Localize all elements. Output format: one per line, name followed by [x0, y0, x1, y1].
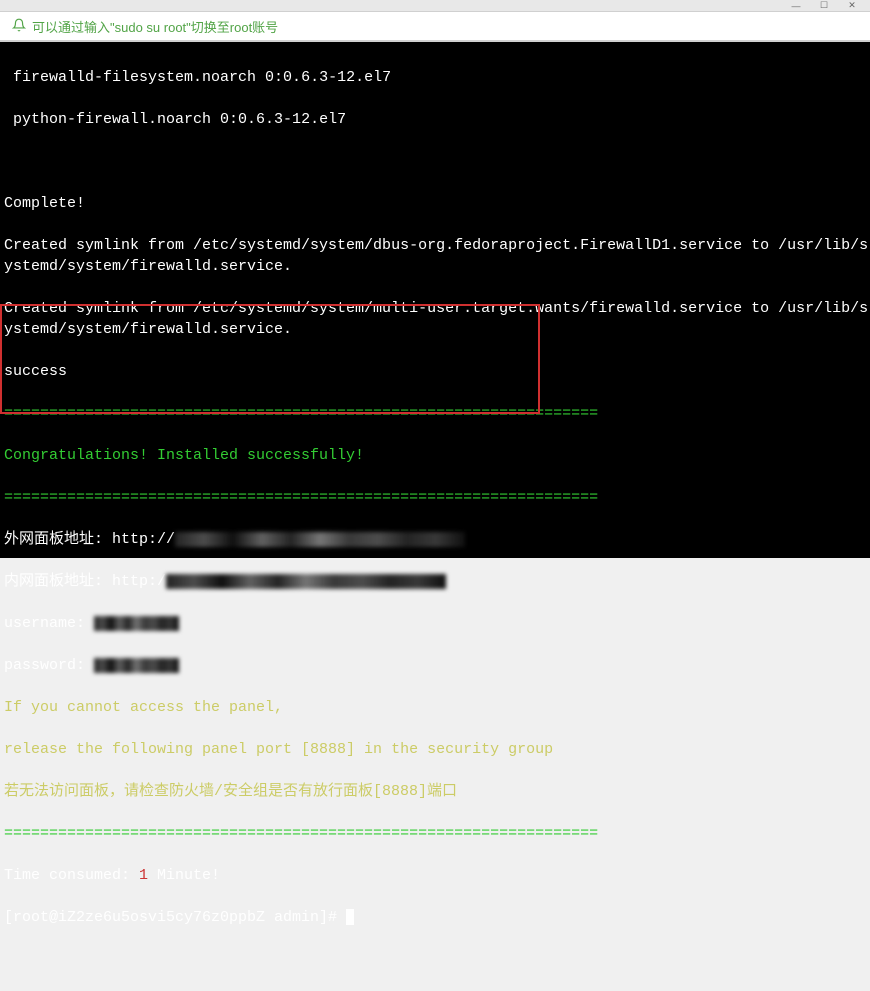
redacted-username — [94, 616, 179, 631]
success-text: success — [4, 361, 870, 382]
close-button[interactable]: ✕ — [838, 0, 866, 12]
password-line: password: — [4, 655, 870, 676]
symlink-text: Created symlink from /etc/systemd/system… — [4, 298, 870, 340]
notice-text: 可以通过输入"sudo su root"切换至root账号 — [32, 17, 278, 36]
warning-line-2: release the following panel port [8888] … — [4, 739, 870, 760]
terminal-cursor — [346, 909, 354, 925]
redacted-password — [94, 658, 179, 673]
maximize-button[interactable]: ☐ — [810, 0, 838, 12]
package-line: python-firewall.noarch 0:0.6.3-12.el7 — [4, 109, 870, 130]
bell-icon — [12, 18, 26, 35]
redacted-url — [175, 532, 465, 547]
time-consumed-line: Time consumed: 1 Minute! — [4, 865, 870, 886]
package-line: firewalld-filesystem.noarch 0:0.6.3-12.e… — [4, 67, 870, 88]
terminal-output[interactable]: firewalld-filesystem.noarch 0:0.6.3-12.e… — [0, 42, 870, 558]
separator-line: ========================================… — [4, 403, 870, 424]
external-address-line: 外网面板地址: http:// — [4, 529, 870, 550]
warning-line-3: 若无法访问面板，请检查防火墙/安全组是否有放行面板[8888]端口 — [4, 781, 870, 802]
complete-text: Complete! — [4, 193, 870, 214]
window-controls: — ☐ ✕ — [782, 0, 866, 12]
username-line: username: — [4, 613, 870, 634]
window-titlebar: — ☐ ✕ — [0, 0, 870, 12]
internal-address-line: 内网面板地址: http:/ — [4, 571, 870, 592]
separator-line: ========================================… — [4, 823, 870, 844]
minimize-button[interactable]: — — [782, 0, 810, 12]
redacted-url — [166, 574, 446, 589]
notice-bar: 可以通过输入"sudo su root"切换至root账号 — [0, 12, 870, 42]
shell-prompt[interactable]: [root@iZ2ze6u5osvi5cy76z0ppbZ admin]# — [4, 907, 870, 928]
symlink-text: Created symlink from /etc/systemd/system… — [4, 235, 870, 277]
congrats-text: Congratulations! Installed successfully! — [4, 445, 870, 466]
separator-line: ========================================… — [4, 487, 870, 508]
warning-line-1: If you cannot access the panel, — [4, 697, 870, 718]
